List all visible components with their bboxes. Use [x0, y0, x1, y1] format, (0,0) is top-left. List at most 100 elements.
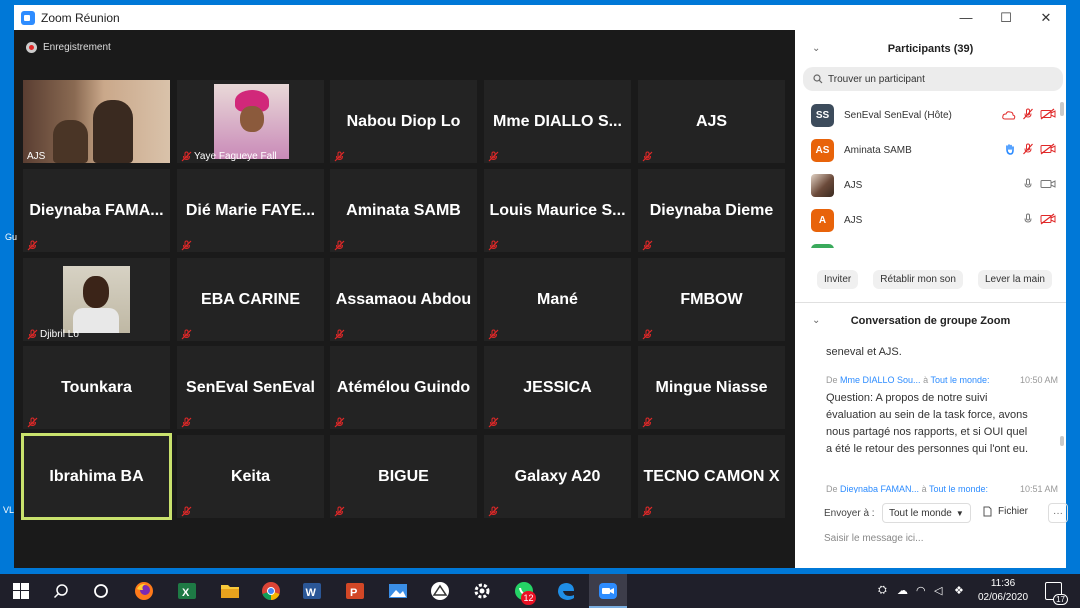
- close-button[interactable]: ✕: [1026, 5, 1066, 30]
- zoom-icon[interactable]: [597, 580, 619, 602]
- weather-icon[interactable]: ☁: [897, 584, 908, 597]
- recording-indicator[interactable]: Enregistrement: [26, 42, 111, 53]
- video-tile[interactable]: Dieynaba FAMA...: [23, 169, 170, 252]
- video-tile[interactable]: SenEval SenEval: [177, 346, 324, 429]
- drive-icon[interactable]: [429, 580, 451, 602]
- participant-name: Louis Maurice S...: [489, 201, 626, 219]
- chat-scrollbar[interactable]: [1060, 436, 1064, 446]
- video-tile[interactable]: Nabou Diop Lo: [330, 80, 477, 163]
- avatar: IB: [811, 244, 834, 248]
- video-tile[interactable]: FMBOW: [638, 258, 785, 341]
- muted-mic-icon: [642, 149, 653, 162]
- participant-search-input[interactable]: Trouver un participant: [803, 67, 1063, 91]
- muted-mic-icon: [181, 504, 192, 517]
- video-tile[interactable]: Dié Marie FAYE...: [177, 169, 324, 252]
- video-tile[interactable]: Louis Maurice S...: [484, 169, 631, 252]
- video-tile[interactable]: AJS: [638, 80, 785, 163]
- gallery-view: Enregistrement AJS Yaye Fagueye Fall Nabou…: [14, 30, 795, 568]
- muted-mic-icon: [334, 238, 345, 251]
- participants-title: Participants (39): [887, 43, 974, 55]
- video-tile[interactable]: AJS: [23, 80, 170, 163]
- search-icon[interactable]: [50, 580, 72, 602]
- chat-header: ⌄ Conversation de groupe Zoom: [795, 312, 1066, 332]
- video-tile[interactable]: Yaye Fagueye Fall: [177, 80, 324, 163]
- video-tile[interactable]: Mme DIALLO S...: [484, 80, 631, 163]
- participant-name: FMBOW: [680, 290, 743, 308]
- dropbox-icon[interactable]: ❖: [954, 584, 964, 597]
- windows-start-icon[interactable]: [10, 580, 32, 602]
- chat-title: Conversation de groupe Zoom: [850, 315, 1011, 327]
- video-tile[interactable]: Tounkara: [23, 346, 170, 429]
- chat-message-input[interactable]: Saisir le message ici...: [824, 533, 923, 544]
- video-tile[interactable]: TECNO CAMON X: [638, 435, 785, 518]
- raise-hand-button[interactable]: Lever la main: [977, 270, 1052, 289]
- action-center-icon[interactable]: 17: [1045, 582, 1068, 605]
- video-tile[interactable]: Ibrahima BA: [21, 433, 172, 520]
- to-prefix: à: [921, 484, 927, 493]
- participant-name: Nabou Diop Lo: [346, 112, 461, 130]
- settings-icon[interactable]: [471, 580, 493, 602]
- participant-name: Ibrahima BA: [49, 467, 144, 485]
- invite-button[interactable]: Inviter: [817, 270, 859, 289]
- title-bar: Zoom Réunion — ☐ ✕: [14, 5, 1066, 30]
- send-to-dropdown[interactable]: Tout le monde ▼: [882, 503, 971, 523]
- message-time: 10:50 AM: [1019, 375, 1058, 385]
- video-tile[interactable]: Djibril Lo: [23, 258, 170, 341]
- participant-video-figure: [53, 120, 88, 163]
- powerpoint-icon[interactable]: P: [344, 580, 366, 602]
- message-sender[interactable]: Dieynaba FAMAN...: [840, 484, 919, 493]
- participant-row[interactable]: IBIbrahima BA: [795, 238, 1066, 248]
- unmute-button[interactable]: Rétablir mon son: [873, 270, 963, 289]
- from-prefix: De: [826, 484, 838, 493]
- taskbar-clock[interactable]: 11:36 02/06/2020: [974, 577, 1032, 605]
- video-tile[interactable]: Assamaou Abdou: [330, 258, 477, 341]
- volume-icon[interactable]: ◁: [934, 584, 942, 597]
- wifi-icon[interactable]: ◠: [916, 584, 926, 597]
- mic-icon: [1022, 247, 1034, 249]
- maximize-button[interactable]: ☐: [986, 5, 1026, 30]
- video-tile[interactable]: Mané: [484, 258, 631, 341]
- video-tile[interactable]: Galaxy A20: [484, 435, 631, 518]
- participant-name: EBA CARINE: [201, 290, 300, 308]
- video-tile[interactable]: BIGUE: [330, 435, 477, 518]
- participant-scrollbar[interactable]: [1060, 102, 1064, 116]
- video-tile[interactable]: Keita: [177, 435, 324, 518]
- file-label: Fichier: [998, 506, 1029, 517]
- svg-text:X: X: [182, 587, 190, 599]
- svg-text:W: W: [306, 587, 317, 599]
- video-tile[interactable]: Dieynaba Dieme: [638, 169, 785, 252]
- message-sender[interactable]: Mme DIALLO Sou...: [840, 375, 921, 385]
- participant-row[interactable]: AS Aminata SAMB: [795, 133, 1066, 168]
- file-button[interactable]: Fichier: [983, 506, 1028, 517]
- edge-icon[interactable]: [555, 580, 577, 602]
- file-explorer-icon[interactable]: [219, 580, 241, 602]
- participant-row[interactable]: AJS: [795, 168, 1066, 203]
- participant-list: SS SenEval SenEval (Hôte) AS Aminata SAMB AJ…: [795, 98, 1066, 248]
- participant-row[interactable]: A AJS: [795, 203, 1066, 238]
- chat-message-text: Question: A propos de notre suivi évalua…: [826, 392, 1029, 455]
- muted-mic-icon: [488, 149, 499, 162]
- people-icon[interactable]: ⛭: [878, 584, 887, 597]
- search-icon: [813, 74, 823, 84]
- photos-icon[interactable]: [387, 580, 409, 602]
- minimize-button[interactable]: —: [946, 5, 986, 30]
- participant-status-icons: [1002, 107, 1056, 125]
- video-tile[interactable]: Mingue Niasse: [638, 346, 785, 429]
- muted-mic-icon: [334, 149, 345, 162]
- participant-row[interactable]: SS SenEval SenEval (Hôte): [795, 98, 1066, 133]
- avatar: AS: [811, 139, 834, 162]
- participant-name: Tounkara: [61, 378, 132, 396]
- participant-name: Dieynaba FAMA...: [29, 201, 164, 219]
- svg-text:P: P: [350, 587, 357, 599]
- video-tile[interactable]: Atémélou Guindo: [330, 346, 477, 429]
- video-tile[interactable]: JESSICA: [484, 346, 631, 429]
- muted-mic-icon: [642, 504, 653, 517]
- video-tile[interactable]: Aminata SAMB: [330, 169, 477, 252]
- more-options-button[interactable]: ···: [1048, 503, 1068, 523]
- firefox-icon[interactable]: [133, 580, 155, 602]
- video-tile[interactable]: EBA CARINE: [177, 258, 324, 341]
- chrome-icon[interactable]: [260, 580, 282, 602]
- excel-icon[interactable]: X: [176, 580, 198, 602]
- cortana-icon[interactable]: [90, 580, 112, 602]
- word-icon[interactable]: W: [301, 580, 323, 602]
